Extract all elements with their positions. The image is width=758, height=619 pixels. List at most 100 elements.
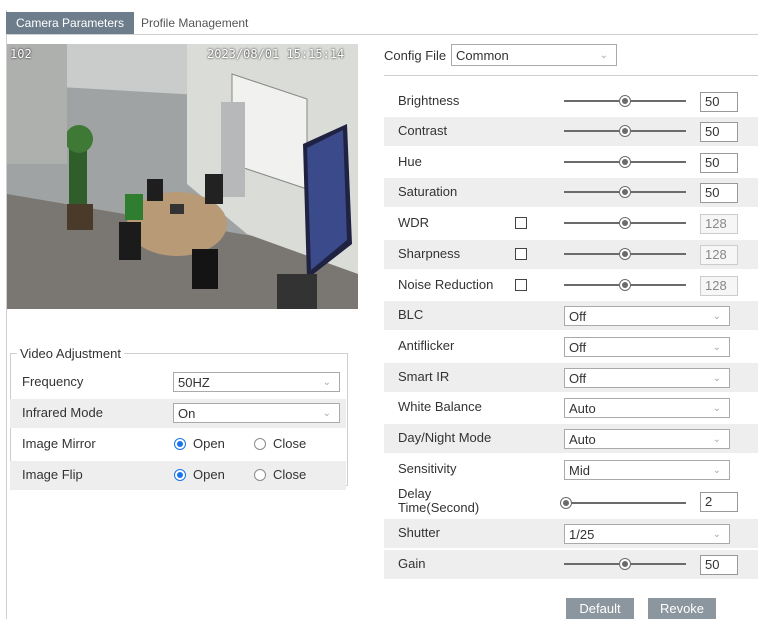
radio-unselected-icon [254, 437, 266, 450]
frequency-select[interactable]: 50HZ ⌄ [173, 372, 340, 392]
wdr-row: WDR 128 [384, 209, 758, 238]
brightness-slider[interactable] [564, 95, 686, 107]
live-preview[interactable]: 102 2023/08/01 15:15:14 [7, 44, 358, 309]
blc-label: BLC [398, 307, 424, 322]
white-balance-select[interactable]: Auto ⌄ [564, 398, 730, 418]
white-balance-label: White Balance [398, 399, 482, 414]
chevron-down-icon: ⌄ [322, 408, 331, 419]
shutter-label: Shutter [398, 525, 440, 540]
contrast-input[interactable]: 50 [700, 122, 738, 142]
sensitivity-row: Sensitivity Mid ⌄ [384, 455, 758, 484]
wdr-input[interactable]: 128 [700, 214, 738, 234]
sensitivity-select[interactable]: Mid ⌄ [564, 460, 730, 480]
radio-selected-icon [174, 437, 186, 450]
sharpness-label: Sharpness [398, 246, 461, 261]
sharpness-slider[interactable] [564, 248, 686, 260]
shutter-select[interactable]: 1/25 ⌄ [564, 524, 730, 544]
saturation-slider[interactable] [564, 186, 686, 198]
infrared-mode-row: Infrared Mode On ⌄ [10, 399, 346, 428]
gain-label: Gain [398, 556, 426, 571]
slider-handle[interactable] [619, 95, 631, 107]
revoke-button[interactable]: Revoke [648, 598, 716, 619]
frequency-value: 50HZ [178, 375, 210, 390]
hue-slider[interactable] [564, 156, 686, 168]
chevron-down-icon: ⌄ [712, 434, 721, 445]
sharpness-input[interactable]: 128 [700, 245, 738, 265]
config-file-select[interactable]: Common ⌄ [451, 44, 617, 66]
smart-ir-label: Smart IR [398, 369, 450, 384]
sharpness-row: Sharpness 128 [384, 240, 758, 269]
chevron-down-icon: ⌄ [712, 465, 721, 476]
day-night-mode-select[interactable]: Auto ⌄ [564, 429, 730, 449]
slider-handle[interactable] [619, 279, 631, 291]
noise-reduction-checkbox[interactable] [515, 279, 527, 291]
infrared-mode-select[interactable]: On ⌄ [173, 403, 340, 423]
slider-handle[interactable] [619, 186, 631, 198]
frequency-row: Frequency 50HZ ⌄ [10, 368, 346, 397]
saturation-input[interactable]: 50 [700, 183, 738, 203]
antiflicker-select[interactable]: Off ⌄ [564, 337, 730, 357]
antiflicker-value: Off [569, 340, 587, 355]
config-file-label: Config File [384, 48, 447, 63]
slider-handle[interactable] [560, 497, 573, 509]
hue-row: Hue 50 [384, 148, 758, 177]
image-mirror-row: Image Mirror Open Close [10, 430, 346, 459]
infrared-mode-label: Infrared Mode [22, 405, 103, 420]
delay-time-slider[interactable] [560, 497, 686, 509]
hue-label: Hue [398, 154, 422, 169]
slider-handle[interactable] [619, 125, 631, 137]
wdr-slider[interactable] [564, 217, 686, 229]
saturation-row: Saturation 50 [384, 178, 758, 207]
slider-handle[interactable] [619, 248, 631, 260]
contrast-slider[interactable] [564, 125, 686, 137]
brightness-row: Brightness 50 [384, 87, 758, 116]
config-file-value: Common [456, 48, 509, 63]
image-mirror-close-radio[interactable]: Close [254, 436, 306, 451]
brightness-input[interactable]: 50 [700, 92, 738, 112]
hue-input[interactable]: 50 [700, 153, 738, 173]
tab-camera-parameters[interactable]: Camera Parameters [6, 12, 135, 34]
image-flip-close-radio[interactable]: Close [254, 467, 306, 482]
radio-label: Close [273, 436, 307, 451]
default-button[interactable]: Default [566, 598, 634, 619]
antiflicker-row: Antiflicker Off ⌄ [384, 332, 758, 361]
blc-select[interactable]: Off ⌄ [564, 306, 730, 326]
gain-slider[interactable] [564, 558, 686, 570]
slider-handle[interactable] [619, 156, 631, 168]
slider-handle[interactable] [619, 558, 631, 570]
slider-handle[interactable] [619, 217, 631, 229]
noise-reduction-label: Noise Reduction [398, 277, 494, 292]
smart-ir-value: Off [569, 371, 587, 386]
brightness-label: Brightness [398, 93, 460, 108]
day-night-mode-row: Day/Night Mode Auto ⌄ [384, 424, 758, 453]
camera-image [7, 44, 358, 309]
smart-ir-row: Smart IR Off ⌄ [384, 363, 758, 392]
image-flip-open-radio[interactable]: Open [174, 467, 225, 482]
image-flip-label: Image Flip [22, 467, 83, 482]
chevron-down-icon: ⌄ [599, 50, 608, 61]
shutter-value: 1/25 [569, 527, 595, 542]
chevron-down-icon: ⌄ [712, 529, 721, 540]
sensitivity-label: Sensitivity [398, 461, 457, 476]
image-mirror-open-radio[interactable]: Open [174, 436, 225, 451]
noise-reduction-slider[interactable] [564, 279, 686, 291]
image-mirror-label: Image Mirror [22, 436, 96, 451]
gain-row: Gain 50 [384, 550, 758, 579]
smart-ir-select[interactable]: Off ⌄ [564, 368, 730, 388]
tab-profile-management[interactable]: Profile Management [131, 12, 258, 34]
day-night-mode-value: Auto [569, 432, 596, 447]
gain-input[interactable]: 50 [700, 555, 738, 575]
wdr-checkbox[interactable] [515, 217, 527, 229]
radio-label: Close [273, 467, 307, 482]
radio-label: Open [193, 467, 225, 482]
white-balance-row: White Balance Auto ⌄ [384, 393, 758, 422]
sensitivity-value: Mid [569, 463, 590, 478]
channel-label: 102 [10, 47, 32, 61]
sharpness-checkbox[interactable] [515, 248, 527, 260]
video-adjustment-title: Video Adjustment [20, 346, 121, 361]
noise-reduction-input[interactable]: 128 [700, 276, 738, 296]
delay-time-input[interactable]: 2 [700, 492, 738, 512]
config-divider [384, 75, 758, 76]
chevron-down-icon: ⌄ [712, 403, 721, 414]
tab-divider [6, 34, 758, 35]
